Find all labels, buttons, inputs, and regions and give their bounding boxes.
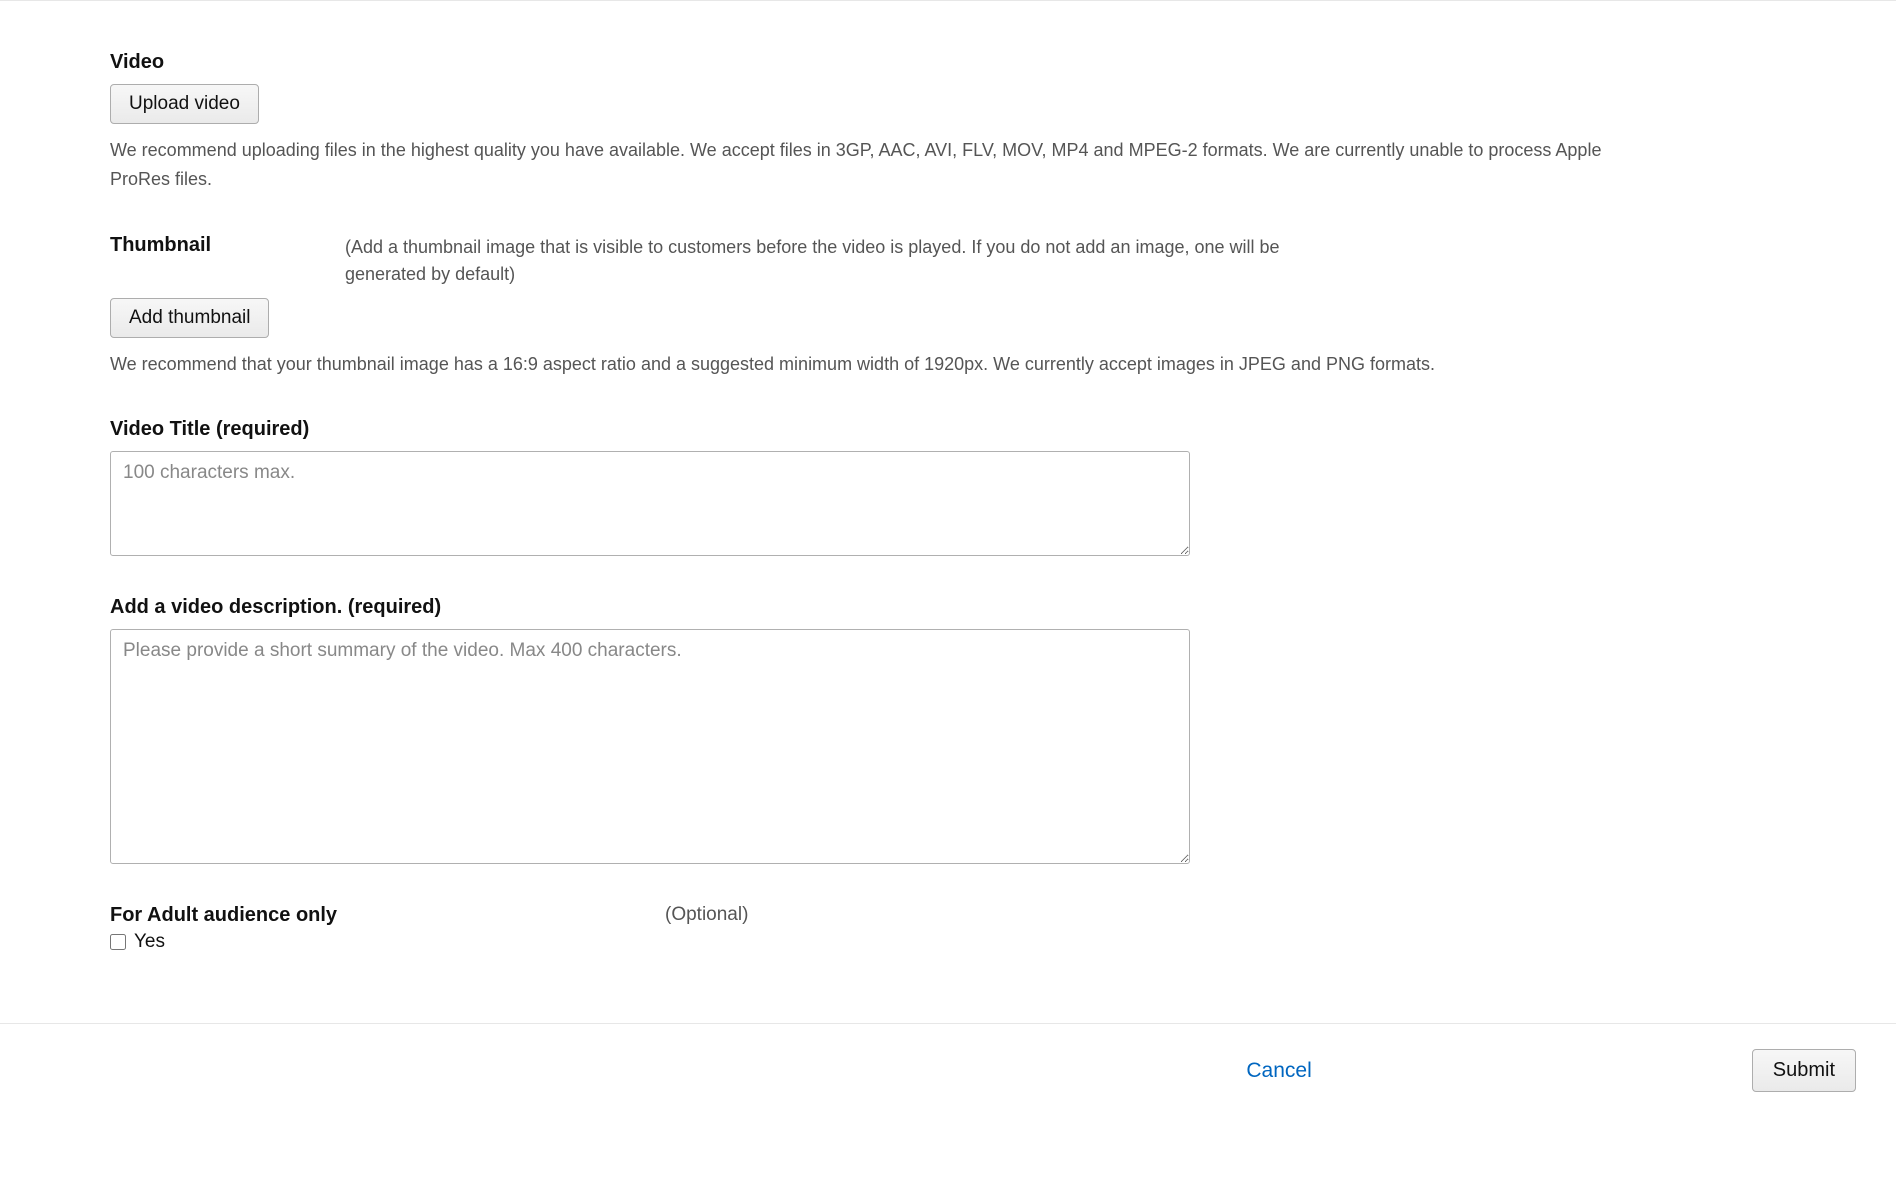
video-description-label: Add a video description. (required)	[110, 596, 1786, 619]
thumbnail-help-text: We recommend that your thumbnail image h…	[110, 350, 1630, 379]
submit-button[interactable]: Submit	[1752, 1049, 1856, 1092]
adult-yes-label: Yes	[134, 931, 165, 953]
add-thumbnail-button[interactable]: Add thumbnail	[110, 298, 269, 338]
video-label: Video	[110, 51, 1786, 74]
form-footer: Cancel Submit	[0, 1023, 1896, 1117]
video-help-text: We recommend uploading files in the high…	[110, 136, 1630, 194]
video-title-label: Video Title (required)	[110, 418, 1786, 441]
video-title-section: Video Title (required)	[110, 418, 1786, 556]
cancel-link[interactable]: Cancel	[1246, 1059, 1311, 1083]
video-description-input[interactable]	[110, 629, 1190, 864]
adult-optional-text: (Optional)	[665, 904, 748, 926]
adult-label: For Adult audience only	[110, 904, 665, 927]
adult-yes-option[interactable]: Yes	[110, 931, 1786, 953]
adult-yes-checkbox[interactable]	[110, 934, 126, 950]
adult-label-row: For Adult audience only (Optional)	[110, 904, 1786, 931]
upload-video-button[interactable]: Upload video	[110, 84, 259, 124]
video-section: Video Upload video We recommend uploadin…	[110, 51, 1786, 194]
thumbnail-label-row: Thumbnail (Add a thumbnail image that is…	[110, 234, 1786, 288]
thumbnail-section: Thumbnail (Add a thumbnail image that is…	[110, 234, 1786, 379]
thumbnail-label: Thumbnail	[110, 234, 345, 257]
video-description-section: Add a video description. (required)	[110, 596, 1786, 864]
adult-audience-section: For Adult audience only (Optional) Yes	[110, 904, 1786, 953]
video-upload-form: Video Upload video We recommend uploadin…	[0, 1, 1896, 1023]
video-title-input[interactable]	[110, 451, 1190, 556]
thumbnail-hint: (Add a thumbnail image that is visible t…	[345, 234, 1305, 288]
